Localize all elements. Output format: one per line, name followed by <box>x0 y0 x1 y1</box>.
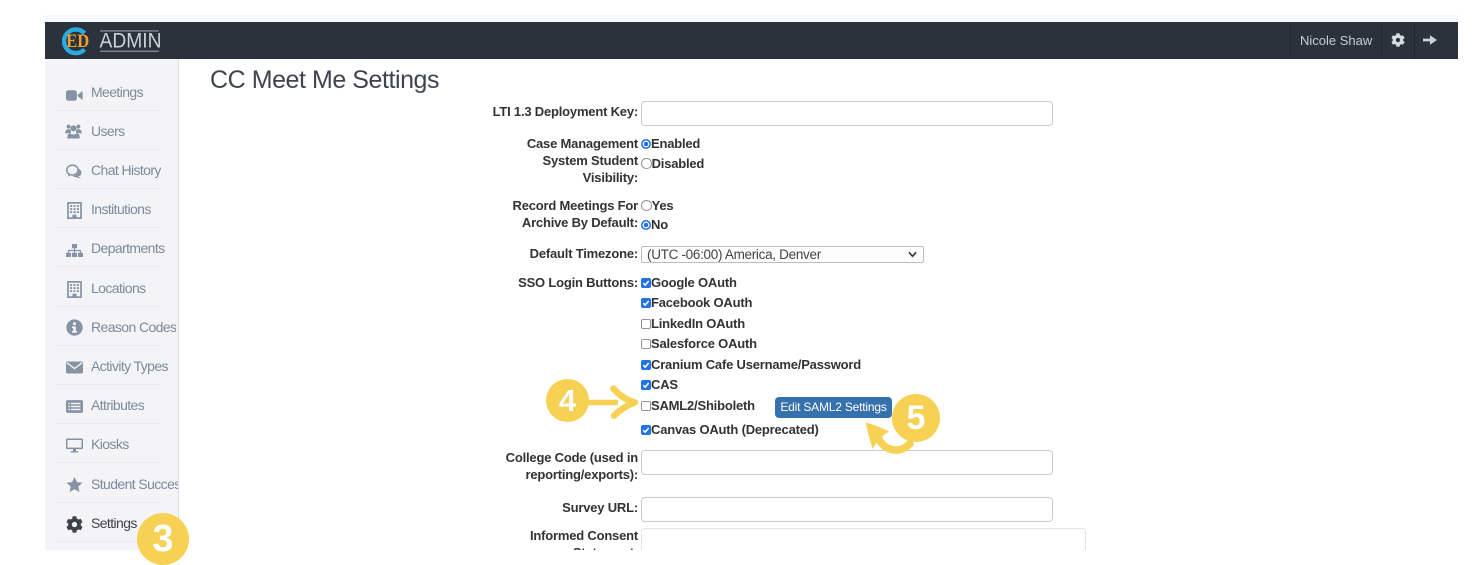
svg-text:ADMIN: ADMIN <box>100 29 162 52</box>
svg-text:ED: ED <box>66 31 89 52</box>
